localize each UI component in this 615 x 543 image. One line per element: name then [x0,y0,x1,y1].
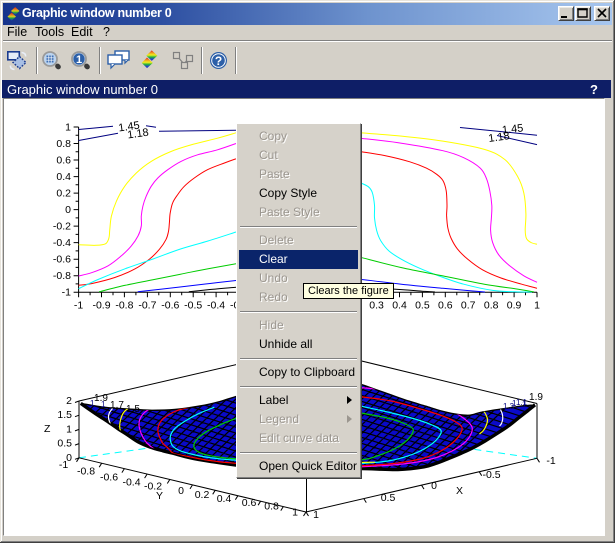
svg-text:0.3: 0.3 [369,300,384,312]
svg-text:-0.9: -0.9 [92,300,110,312]
svg-text:1: 1 [534,300,540,312]
svg-text:1.9: 1.9 [94,393,108,404]
svg-text:0.5: 0.5 [415,300,430,312]
svg-text:1.1: 1.1 [516,398,528,407]
svg-text:1.5: 1.5 [126,404,140,415]
svg-text:0.8: 0.8 [484,300,499,312]
svg-text:-0.6: -0.6 [100,472,118,484]
svg-text:-0.7: -0.7 [138,300,156,312]
svg-text:1.7: 1.7 [110,400,124,411]
svg-text:-0.6: -0.6 [161,300,179,312]
svg-text:1.18: 1.18 [127,127,150,142]
svg-text:0.5: 0.5 [57,438,72,450]
svg-text:0: 0 [178,485,184,497]
svg-text:-0.2: -0.2 [53,221,71,233]
svg-text:1.5: 1.5 [57,409,72,421]
svg-text:-1: -1 [59,459,68,471]
svg-text:-1: -1 [546,455,555,467]
svg-text:0.6: 0.6 [242,497,257,509]
svg-text:1.9: 1.9 [529,392,543,403]
svg-text:0.8: 0.8 [264,501,279,513]
svg-text:1.18: 1.18 [488,130,511,145]
svg-text:Z: Z [44,423,51,435]
svg-text:1: 1 [313,509,319,521]
svg-text:-0.8: -0.8 [115,300,133,312]
svg-text:-1: -1 [62,287,71,299]
svg-text:-0.4: -0.4 [207,300,225,312]
svg-text:-0.6: -0.6 [53,254,71,266]
svg-text:0.6: 0.6 [438,300,453,312]
svg-text:-0.4: -0.4 [122,477,140,489]
svg-text:0: 0 [65,204,71,216]
svg-text:1: 1 [66,423,72,435]
svg-text:-0.4: -0.4 [53,237,71,249]
svg-text:0.4: 0.4 [392,300,407,312]
svg-text:0: 0 [431,480,437,492]
svg-text:1: 1 [65,122,71,134]
svg-text:0.2: 0.2 [56,188,71,200]
svg-text:0.4: 0.4 [217,493,232,505]
svg-text:1.3: 1.3 [503,402,515,411]
svg-text:0.5: 0.5 [381,492,396,504]
svg-text:-1: -1 [74,300,83,312]
svg-text:1: 1 [292,507,298,519]
svg-text:0.7: 0.7 [461,300,476,312]
svg-text:0.8: 0.8 [56,138,71,150]
svg-text:2: 2 [66,395,72,407]
svg-text:?: ? [215,54,222,68]
svg-text:0.4: 0.4 [56,171,71,183]
svg-text:0.9: 0.9 [507,300,522,312]
svg-text:1: 1 [76,54,82,66]
svg-text:-0.5: -0.5 [184,300,202,312]
svg-text:Y: Y [156,490,163,502]
svg-text:-0.8: -0.8 [53,270,71,282]
svg-text:X: X [456,485,463,497]
svg-text:-0.8: -0.8 [77,466,95,478]
svg-text:0.2: 0.2 [195,489,210,501]
svg-text:0.6: 0.6 [56,155,71,167]
svg-text:-0.5: -0.5 [482,469,500,481]
